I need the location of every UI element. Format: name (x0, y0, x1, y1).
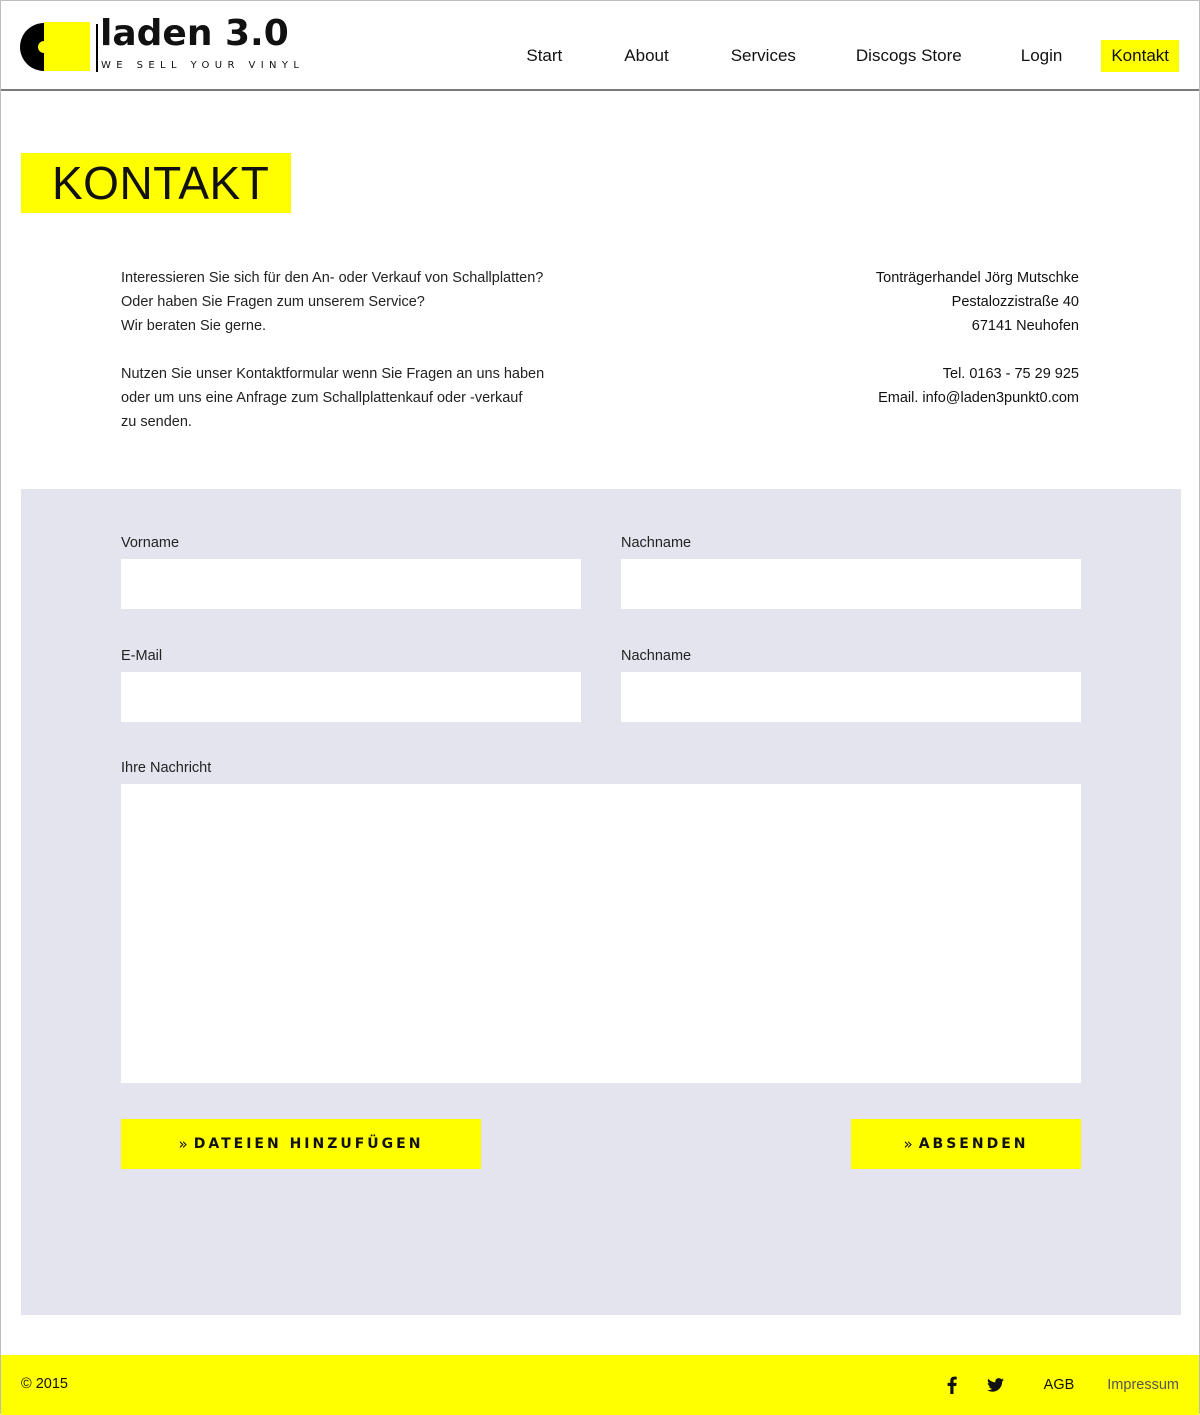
site-header: laden 3.0 WE SELL YOUR VINYL Start About… (1, 1, 1199, 91)
city: 67141 Neuhofen (971, 318, 1079, 334)
nav-item-services[interactable]: Services (721, 40, 806, 72)
nachname-2-label: Nachname (621, 648, 692, 664)
record-sleeve-icon (44, 22, 90, 71)
message-textarea[interactable] (121, 784, 1081, 1083)
intro-paragraph-1: Interessieren Sie sich für den An- oder … (121, 270, 544, 334)
footer-links: AGB Impressum (942, 1373, 1179, 1397)
attach-files-label: DATEIEN HINZUFÜGEN (193, 1136, 424, 1152)
main-nav: Start About Services Discogs Store Login… (516, 40, 1179, 72)
site-footer: © 2015 AGB Impressum (1, 1355, 1199, 1415)
email-label: E-Mail (121, 648, 163, 664)
facebook-icon[interactable] (942, 1375, 962, 1395)
nachname-field[interactable] (621, 559, 1081, 609)
email-address[interactable]: Email. info@laden3punkt0.com (878, 390, 1079, 406)
double-chevron-right-icon: » (903, 1135, 913, 1153)
nav-item-start[interactable]: Start (516, 40, 572, 72)
logo-tagline: WE SELL YOUR VINYL (101, 60, 305, 71)
twitter-icon[interactable] (986, 1375, 1006, 1395)
intro-paragraph-2: Nutzen Sie unser Kontaktformular wenn Si… (121, 366, 545, 430)
nav-item-login[interactable]: Login (1011, 40, 1073, 72)
logo[interactable]: laden 3.0 WE SELL YOUR VINYL (20, 16, 300, 74)
footer-link-impressum[interactable]: Impressum (1107, 1377, 1179, 1393)
message-label: Ihre Nachricht (121, 760, 212, 776)
nachname-label: Nachname (621, 535, 692, 551)
submit-label: ABSENDEN (918, 1136, 1029, 1152)
submit-button[interactable]: » ABSENDEN (851, 1119, 1081, 1169)
phone-number: Tel. 0163 - 75 29 925 (942, 366, 1079, 382)
vorname-field[interactable] (121, 559, 581, 609)
nav-item-about[interactable]: About (614, 40, 678, 72)
street: Pestalozzistraße 40 (951, 294, 1079, 310)
vorname-label: Vorname (121, 535, 180, 551)
company-name: Tonträgerhandel Jörg Mutschke (875, 270, 1079, 286)
nav-item-discogs-store[interactable]: Discogs Store (846, 40, 972, 72)
intro-text: Interessieren Sie sich für den An- oder … (121, 266, 591, 458)
contact-address: Tonträgerhandel Jörg Mutschke Pestalozzi… (759, 266, 1079, 434)
logo-title: laden 3.0 (100, 13, 289, 54)
nav-item-kontakt[interactable]: Kontakt (1101, 40, 1179, 72)
footer-link-agb[interactable]: AGB (1044, 1377, 1075, 1393)
attach-files-button[interactable]: » DATEIEN HINZUFÜGEN (121, 1119, 481, 1169)
double-chevron-right-icon: » (178, 1135, 188, 1153)
logo-divider (96, 24, 98, 72)
contact-form: Vorname Nachname E-Mail Nachname Ihre Na… (21, 489, 1181, 1315)
email-field[interactable] (121, 672, 581, 722)
nachname-2-field[interactable] (621, 672, 1081, 722)
page-title: KONTAKT (21, 153, 291, 213)
copyright: © 2015 (21, 1376, 68, 1392)
